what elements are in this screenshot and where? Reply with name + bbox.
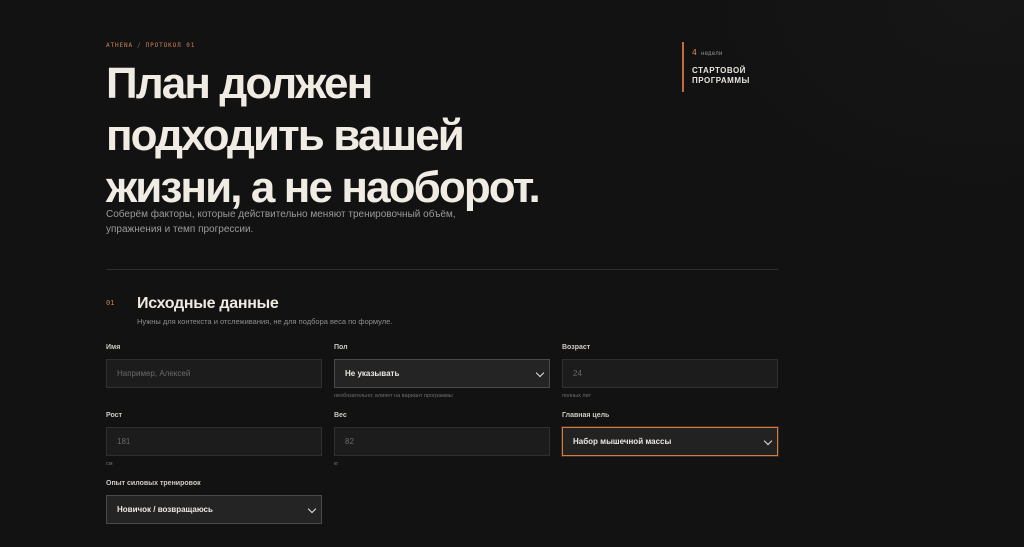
experience-field-group: Опыт силовых тренировок Новичок / возвра…	[106, 480, 322, 524]
weight-input[interactable]: 82	[334, 427, 550, 456]
sex-field-group: Пол Не указывать необязательно; влияет н…	[334, 344, 550, 399]
height-hint: см	[106, 461, 113, 467]
experience-label: Опыт силовых тренировок	[106, 480, 201, 487]
breadcrumb-separator: /	[137, 42, 142, 49]
height-field-group: Рост 181 см	[106, 412, 322, 467]
section-number: 01	[106, 299, 115, 307]
duration-count: 4 недели	[692, 48, 778, 57]
main-content: ATHENA / ПРОТОКОЛ 01 План должен подходить…	[106, 0, 778, 547]
chevron-down-icon	[763, 436, 773, 445]
height-label: Рост	[106, 412, 122, 419]
name-label: Имя	[106, 344, 121, 351]
page-lead: Соберём факторы, которые действительно м…	[106, 209, 456, 235]
goal-label: Главная цель	[562, 412, 610, 419]
weight-field-group: Вес 82 кг	[334, 412, 550, 467]
sex-hint: необязательно; влияет на вариант програм…	[334, 393, 453, 399]
height-input[interactable]: 181	[106, 427, 322, 456]
page-title-line: План должен	[106, 59, 373, 108]
sex-label: Пол	[334, 344, 348, 351]
goal-select[interactable]: Набор мышечной массы	[562, 427, 778, 456]
sex-select-value: Не указывать	[345, 369, 400, 378]
program-duration-card: 4 недели СТАРТОВОЙ ПРОГРАММЫ	[682, 42, 778, 92]
experience-select-value: Новичок / возвращаюсь	[117, 505, 213, 514]
name-field-group: Имя Например, Алексей	[106, 344, 322, 388]
section-title: Исходные данные	[137, 295, 279, 312]
chevron-down-icon	[307, 504, 317, 513]
chevron-down-icon	[535, 368, 545, 377]
breadcrumb: ATHENA / ПРОТОКОЛ 01	[106, 42, 195, 49]
page-title-line: подходить вашей	[106, 111, 465, 160]
age-field-group: Возраст 24 полных лет	[562, 344, 778, 399]
protocol-number: 01	[186, 42, 196, 49]
name-input[interactable]: Например, Алексей	[106, 359, 322, 388]
duration-label: СТАРТОВОЙ ПРОГРАММЫ	[692, 66, 750, 85]
experience-select[interactable]: Новичок / возвращаюсь	[106, 495, 322, 524]
section-divider	[106, 269, 778, 270]
age-hint: полных лет	[562, 393, 591, 399]
duration-number: 4	[692, 48, 697, 57]
weight-hint: кг	[334, 461, 339, 467]
age-input[interactable]: 24	[562, 359, 778, 388]
weight-label: Вес	[334, 412, 347, 419]
protocol-label: ПРОТОКОЛ	[145, 42, 182, 49]
goal-select-value: Набор мышечной массы	[573, 437, 672, 446]
brand-name: ATHENA	[106, 42, 134, 49]
page-title: План должен подходить вашей жизни, а не …	[106, 58, 626, 214]
duration-unit: недели	[700, 50, 723, 57]
goal-field-group: Главная цель Набор мышечной массы	[562, 412, 778, 456]
section-subtitle: Нужны для контекста и отслеживания, не д…	[137, 317, 393, 326]
sex-select[interactable]: Не указывать	[334, 359, 550, 388]
age-label: Возраст	[562, 344, 591, 351]
